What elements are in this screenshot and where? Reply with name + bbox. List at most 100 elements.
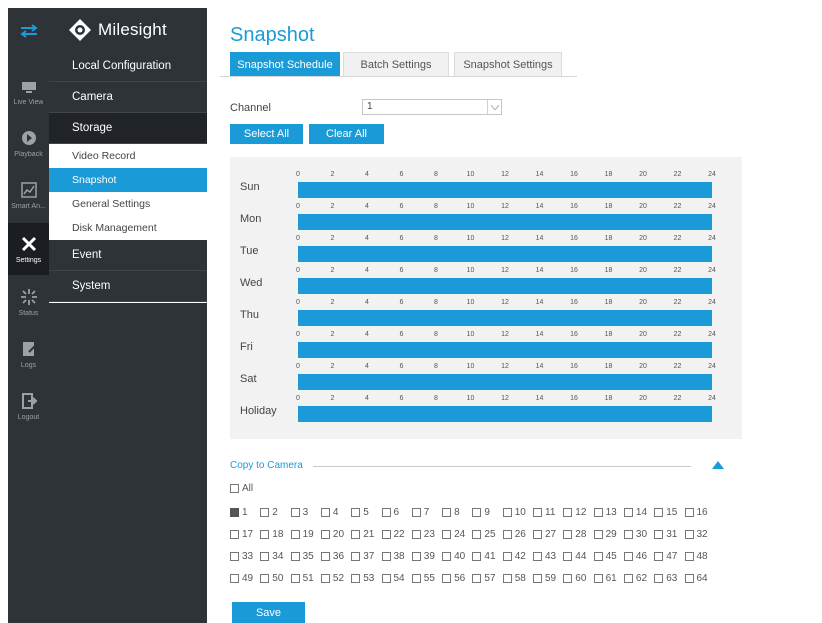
camera-checkbox-34[interactable]: 34 bbox=[260, 550, 283, 562]
camera-checkbox-57[interactable]: 57 bbox=[472, 572, 496, 584]
camera-checkbox-56[interactable]: 56 bbox=[442, 572, 465, 584]
camera-checkbox-19[interactable]: 19 bbox=[290, 528, 314, 540]
camera-checkbox-46[interactable]: 46 bbox=[623, 550, 647, 562]
camera-checkbox-27[interactable]: 27 bbox=[533, 528, 556, 540]
camera-checkbox-43[interactable]: 43 bbox=[533, 550, 556, 562]
camera-checkbox-47[interactable]: 47 bbox=[654, 550, 677, 562]
camera-checkbox-5[interactable]: 5 bbox=[351, 506, 369, 518]
camera-checkbox-28[interactable]: 28 bbox=[563, 528, 586, 540]
camera-checkbox-1[interactable]: 1 bbox=[230, 506, 248, 518]
camera-checkbox-2[interactable]: 2 bbox=[260, 506, 278, 518]
menu-item-storage[interactable]: Storage bbox=[49, 113, 207, 144]
schedule-bar-holiday[interactable] bbox=[298, 406, 712, 422]
camera-checkbox-48[interactable]: 48 bbox=[684, 550, 708, 562]
camera-checkbox-8[interactable]: 8 bbox=[442, 506, 460, 518]
camera-checkbox-23[interactable]: 23 bbox=[411, 528, 435, 540]
rail-item-smart-analytics[interactable]: Smart An... bbox=[8, 169, 49, 221]
tab-snapshot-settings[interactable]: Snapshot Settings bbox=[454, 52, 562, 77]
rail-item-status[interactable]: Status bbox=[8, 276, 49, 328]
rail-item-logs[interactable]: Logs bbox=[8, 328, 49, 380]
camera-checkbox-40[interactable]: 40 bbox=[442, 550, 465, 562]
camera-checkbox-9[interactable]: 9 bbox=[472, 506, 490, 518]
camera-checkbox-41[interactable]: 41 bbox=[472, 550, 496, 562]
camera-checkbox-38[interactable]: 38 bbox=[381, 550, 405, 562]
camera-checkbox-14[interactable]: 14 bbox=[623, 506, 647, 518]
camera-checkbox-25[interactable]: 25 bbox=[472, 528, 496, 540]
camera-checkbox-51[interactable]: 51 bbox=[290, 572, 314, 584]
camera-checkbox-22[interactable]: 22 bbox=[381, 528, 405, 540]
camera-checkbox-16[interactable]: 16 bbox=[684, 506, 708, 518]
rail-item-playback[interactable]: Playback bbox=[8, 117, 49, 169]
camera-checkbox-26[interactable]: 26 bbox=[502, 528, 526, 540]
camera-checkbox-36[interactable]: 36 bbox=[320, 550, 344, 562]
camera-checkbox-61[interactable]: 61 bbox=[593, 572, 617, 584]
camera-checkbox-58[interactable]: 58 bbox=[502, 572, 526, 584]
schedule-bar-sat[interactable] bbox=[298, 374, 712, 390]
camera-checkbox-4[interactable]: 4 bbox=[320, 506, 338, 518]
copy-to-camera-title[interactable]: Copy to Camera bbox=[230, 460, 303, 471]
camera-checkbox-32[interactable]: 32 bbox=[684, 528, 708, 540]
camera-checkbox-54[interactable]: 54 bbox=[381, 572, 405, 584]
camera-checkbox-55[interactable]: 55 bbox=[411, 572, 435, 584]
camera-checkbox-21[interactable]: 21 bbox=[351, 528, 374, 540]
camera-checkbox-10[interactable]: 10 bbox=[502, 506, 526, 518]
menu-item-system[interactable]: System bbox=[49, 271, 207, 302]
save-button[interactable]: Save bbox=[232, 602, 305, 623]
camera-checkbox-15[interactable]: 15 bbox=[654, 506, 677, 518]
rail-item-logout[interactable]: Logout bbox=[8, 380, 49, 432]
camera-checkbox-18[interactable]: 18 bbox=[260, 528, 283, 540]
rail-item-live-view[interactable]: Live View bbox=[8, 65, 49, 117]
camera-checkbox-31[interactable]: 31 bbox=[654, 528, 677, 540]
camera-checkbox-33[interactable]: 33 bbox=[230, 550, 253, 562]
submenu-video-record[interactable]: Video Record bbox=[49, 144, 207, 168]
submenu-disk-management[interactable]: Disk Management bbox=[49, 216, 207, 240]
camera-checkbox-42[interactable]: 42 bbox=[502, 550, 526, 562]
camera-checkbox-11[interactable]: 11 bbox=[533, 506, 555, 518]
channel-select[interactable]: 1 bbox=[362, 99, 502, 115]
camera-checkbox-20[interactable]: 20 bbox=[320, 528, 344, 540]
camera-checkbox-35[interactable]: 35 bbox=[290, 550, 314, 562]
menu-item-event[interactable]: Event bbox=[49, 240, 207, 271]
schedule-bar-tue[interactable] bbox=[298, 246, 712, 262]
camera-checkbox-62[interactable]: 62 bbox=[623, 572, 647, 584]
submenu-general-settings[interactable]: General Settings bbox=[49, 192, 207, 216]
rail-item-settings[interactable]: Settings bbox=[8, 223, 49, 275]
collapse-arrow-icon[interactable] bbox=[712, 459, 724, 469]
checkbox-box bbox=[472, 529, 482, 539]
schedule-bar-wed[interactable] bbox=[298, 278, 712, 294]
submenu-snapshot[interactable]: Snapshot bbox=[49, 168, 207, 192]
camera-checkbox-59[interactable]: 59 bbox=[533, 572, 556, 584]
camera-checkbox-39[interactable]: 39 bbox=[411, 550, 435, 562]
camera-checkbox-29[interactable]: 29 bbox=[593, 528, 617, 540]
select-all-button[interactable]: Select All bbox=[230, 124, 303, 144]
tab-snapshot-schedule[interactable]: Snapshot Schedule bbox=[230, 52, 340, 77]
schedule-bar-sun[interactable] bbox=[298, 182, 712, 198]
camera-checkbox-13[interactable]: 13 bbox=[593, 506, 617, 518]
camera-checkbox-7[interactable]: 7 bbox=[411, 506, 429, 518]
camera-checkbox-30[interactable]: 30 bbox=[623, 528, 647, 540]
camera-checkbox-12[interactable]: 12 bbox=[563, 506, 586, 518]
camera-checkbox-17[interactable]: 17 bbox=[230, 528, 253, 540]
schedule-bar-fri[interactable] bbox=[298, 342, 712, 358]
tab-batch-settings[interactable]: Batch Settings bbox=[343, 52, 449, 77]
camera-checkbox-63[interactable]: 63 bbox=[654, 572, 677, 584]
copy-all-checkbox[interactable]: All bbox=[230, 482, 253, 494]
menu-item-local-configuration[interactable]: Local Configuration bbox=[49, 51, 207, 82]
camera-checkbox-44[interactable]: 44 bbox=[563, 550, 586, 562]
menu-toggle-button[interactable] bbox=[8, 8, 49, 53]
camera-checkbox-64[interactable]: 64 bbox=[684, 572, 708, 584]
camera-checkbox-3[interactable]: 3 bbox=[290, 506, 308, 518]
schedule-bar-thu[interactable] bbox=[298, 310, 712, 326]
camera-checkbox-45[interactable]: 45 bbox=[593, 550, 617, 562]
menu-item-camera[interactable]: Camera bbox=[49, 82, 207, 113]
schedule-bar-mon[interactable] bbox=[298, 214, 712, 230]
camera-checkbox-49[interactable]: 49 bbox=[230, 572, 253, 584]
camera-checkbox-53[interactable]: 53 bbox=[351, 572, 374, 584]
camera-checkbox-50[interactable]: 50 bbox=[260, 572, 283, 584]
camera-checkbox-24[interactable]: 24 bbox=[442, 528, 465, 540]
camera-checkbox-37[interactable]: 37 bbox=[351, 550, 374, 562]
camera-checkbox-6[interactable]: 6 bbox=[381, 506, 399, 518]
camera-checkbox-60[interactable]: 60 bbox=[563, 572, 586, 584]
clear-all-button[interactable]: Clear All bbox=[309, 124, 384, 144]
camera-checkbox-52[interactable]: 52 bbox=[320, 572, 344, 584]
